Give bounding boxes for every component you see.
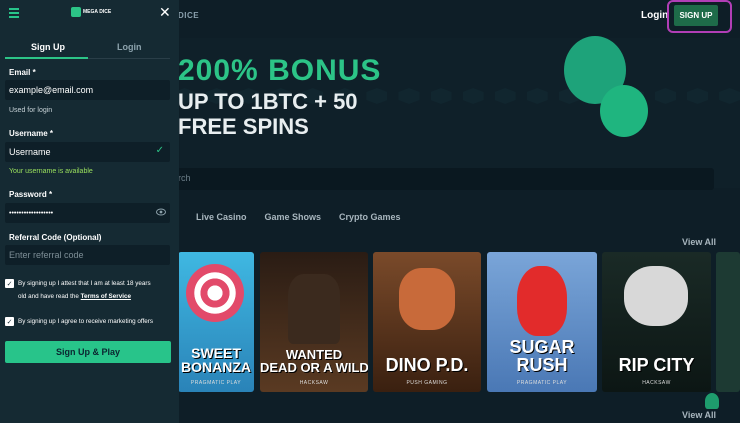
game-provider: PRAGMATIC PLAY: [516, 380, 568, 386]
username-label: Username *: [9, 129, 54, 138]
terms-of-service-link[interactable]: Terms of Service: [81, 293, 131, 300]
active-tab-indicator: [5, 57, 88, 59]
auth-tabs: Sign Up Login: [5, 42, 170, 58]
view-all-link[interactable]: View All: [682, 410, 716, 420]
email-field-wrapper: [5, 80, 170, 100]
game-title: SUGAR RUSH: [509, 337, 575, 375]
username-field-wrapper: ✓: [5, 142, 170, 162]
checkmark-icon: ✓: [155, 145, 164, 156]
view-all-link[interactable]: View All: [682, 237, 716, 247]
logo-icon: [71, 7, 81, 17]
signup-panel: MEGA DICE ✕ Sign Up Login Email * Used f…: [0, 0, 179, 423]
menu-icon[interactable]: [9, 8, 19, 18]
game-title: SWEET BONANZA: [181, 345, 251, 375]
hero-title: 200% BONUS: [178, 54, 382, 87]
game-title: RIP CITY: [618, 355, 695, 375]
signup-button[interactable]: SIGN UP: [674, 5, 718, 26]
chat-icon[interactable]: [705, 393, 719, 409]
logo[interactable]: MEGA DICE: [71, 6, 111, 18]
email-field[interactable]: [9, 80, 155, 100]
tab-signup[interactable]: Sign Up: [31, 42, 65, 52]
game-title: WANTED DEAD OR A WILD: [260, 347, 368, 375]
username-field[interactable]: [9, 142, 155, 162]
game-provider: HACKSAW: [299, 380, 329, 386]
terms-text: By signing up I attest that I am at leas…: [18, 277, 151, 303]
hero-subtitle-2: FREE SPINS: [178, 114, 309, 139]
email-label: Email *: [9, 68, 36, 77]
terms-checkbox[interactable]: ✓: [5, 279, 14, 288]
hero-subtitle-1: UP TO 1BTC + 50: [178, 89, 358, 114]
referral-field-wrapper: [5, 245, 170, 265]
game-provider: PRAGMATIC PLAY: [190, 380, 242, 386]
username-status: Your username is available: [9, 168, 93, 175]
gummy-bear-image: [517, 266, 567, 336]
game-card[interactable]: SUGAR RUSH PRAGMATIC PLAY: [487, 252, 597, 392]
login-link[interactable]: Login: [641, 10, 668, 21]
logo-text: MEGA DICE: [83, 9, 112, 15]
tab-live-casino[interactable]: Live Casino: [196, 212, 247, 222]
marketing-text: By signing up I agree to receive marketi…: [18, 318, 153, 325]
tab-game-shows[interactable]: Game Shows: [265, 212, 322, 222]
password-label: Password *: [9, 190, 53, 199]
terms-text-line2: old and have read the: [18, 293, 81, 300]
password-field[interactable]: [9, 203, 155, 223]
game-list: SWEET BONANZA PRAGMATIC PLAY WANTED DEAD…: [178, 252, 740, 392]
search-placeholder: rch: [178, 173, 191, 183]
nav-item-dice[interactable]: DICE: [178, 11, 199, 20]
referral-field[interactable]: [9, 245, 155, 265]
terms-text-line1: By signing up I attest that I am at leas…: [18, 280, 151, 287]
game-title: DINO P.D.: [385, 355, 469, 375]
tab-divider: [88, 58, 170, 59]
game-search-input[interactable]: rch: [174, 168, 714, 190]
close-icon[interactable]: ✕: [159, 4, 171, 21]
candy-image: [186, 264, 244, 322]
password-field-wrapper: [5, 203, 170, 223]
game-card[interactable]: [716, 252, 740, 392]
tab-crypto-games[interactable]: Crypto Games: [339, 212, 401, 222]
game-card[interactable]: RIP CITY HACKSAW: [602, 252, 711, 392]
referral-label: Referral Code (Optional): [9, 233, 102, 242]
game-card[interactable]: DINO P.D. PUSH GAMING: [373, 252, 481, 392]
category-tabs: Live Casino Game Shows Crypto Games: [196, 212, 401, 222]
game-card[interactable]: WANTED DEAD OR A WILD HACKSAW: [260, 252, 368, 392]
cowboy-image: [288, 274, 340, 344]
game-card[interactable]: SWEET BONANZA PRAGMATIC PLAY: [178, 252, 254, 392]
tab-login[interactable]: Login: [117, 42, 142, 52]
dino-image: [399, 268, 455, 330]
marketing-checkbox[interactable]: ✓: [5, 317, 14, 326]
signup-submit-button[interactable]: Sign Up & Play: [5, 341, 171, 363]
email-hint: Used for login: [9, 107, 53, 114]
game-provider: HACKSAW: [642, 380, 671, 386]
balloon-icon: [600, 85, 648, 137]
game-provider: PUSH GAMING: [406, 380, 448, 386]
eye-icon[interactable]: [156, 207, 166, 217]
cartoon-face-image: [624, 266, 688, 326]
